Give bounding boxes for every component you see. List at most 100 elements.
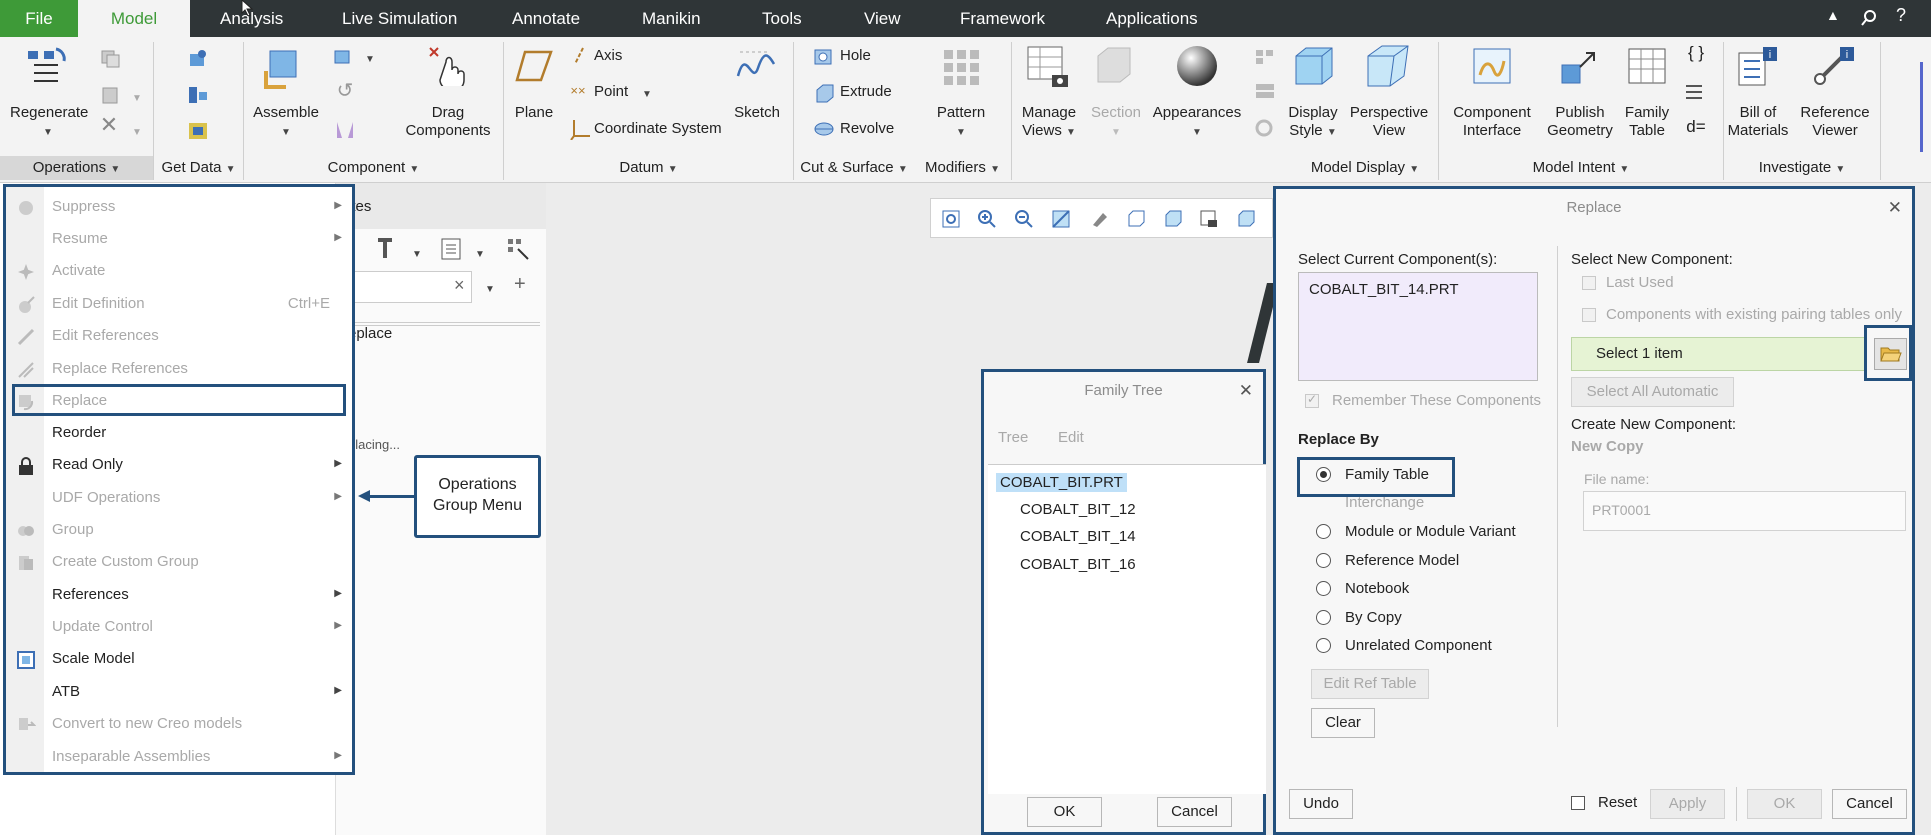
collapse-ribbon-icon[interactable]: ▲ bbox=[1826, 7, 1840, 23]
regenerate-button[interactable]: Regenerate bbox=[10, 104, 88, 122]
group-get-data[interactable]: Get Data ▼ bbox=[154, 156, 243, 180]
option-unrelated-component[interactable]: Unrelated Component bbox=[1345, 637, 1492, 654]
group-cut-surface[interactable]: Cut & Surface ▼ bbox=[794, 156, 914, 180]
tab-live-simulation[interactable]: Live Simulation bbox=[342, 0, 457, 37]
appearances-icon[interactable] bbox=[1175, 44, 1219, 88]
family-tree-child-14[interactable]: COBALT_BIT_14 bbox=[1020, 528, 1136, 545]
show-icon[interactable] bbox=[440, 237, 462, 261]
reference-viewer-button[interactable]: Reference Viewer bbox=[1794, 104, 1876, 140]
radio-module-variant[interactable] bbox=[1316, 524, 1331, 539]
display-style-button[interactable]: Display Style ▼ bbox=[1280, 104, 1346, 142]
clear-button[interactable]: Clear bbox=[1311, 708, 1375, 738]
sketch-button[interactable]: Sketch bbox=[730, 104, 784, 122]
pattern-dropdown-icon[interactable]: ▼ bbox=[953, 124, 969, 142]
pattern-button[interactable]: Pattern bbox=[928, 104, 994, 122]
help-icon[interactable]: ? bbox=[1896, 5, 1906, 26]
manage-views-icon[interactable] bbox=[1026, 45, 1070, 89]
undo-button[interactable]: Undo bbox=[1289, 789, 1353, 819]
tree-settings-icon[interactable] bbox=[376, 236, 398, 262]
plane-icon[interactable] bbox=[515, 50, 553, 82]
view-manager-icon[interactable] bbox=[1163, 209, 1183, 229]
tab-framework[interactable]: Framework bbox=[960, 0, 1045, 37]
reset-label[interactable]: Reset bbox=[1598, 794, 1637, 811]
menu-item-references[interactable]: References bbox=[52, 586, 129, 603]
family-table-button[interactable]: Family Table bbox=[1614, 104, 1680, 140]
tab-file[interactable]: File bbox=[0, 0, 78, 37]
group-datum[interactable]: Datum ▼ bbox=[504, 156, 793, 180]
tab-view[interactable]: View bbox=[864, 0, 901, 37]
regenerate-dropdown-icon[interactable]: ▼ bbox=[40, 124, 56, 142]
radio-unrelated-component[interactable] bbox=[1316, 638, 1331, 653]
plane-button[interactable]: Plane bbox=[508, 104, 560, 122]
sketch-icon[interactable] bbox=[736, 48, 776, 84]
search-clear-icon[interactable]: × bbox=[454, 275, 465, 296]
component-interface-icon[interactable] bbox=[1470, 45, 1514, 89]
display-style-toolbar-icon[interactable] bbox=[1089, 209, 1109, 229]
radio-reference-model[interactable] bbox=[1316, 553, 1331, 568]
coordinate-system-button[interactable]: Coordinate System bbox=[594, 120, 722, 138]
axis-button[interactable]: Axis bbox=[594, 47, 622, 65]
zoom-in-icon[interactable] bbox=[977, 209, 997, 229]
cancel-button[interactable]: Cancel bbox=[1832, 789, 1907, 819]
group-model-display[interactable]: Model Display ▼ bbox=[1012, 156, 1438, 180]
appearances-button[interactable]: Appearances bbox=[1152, 104, 1242, 122]
tab-manikin[interactable]: Manikin bbox=[642, 0, 701, 37]
tree-search-input[interactable] bbox=[336, 271, 472, 303]
family-table-icon[interactable] bbox=[1627, 47, 1667, 87]
extrude-button[interactable]: Extrude bbox=[840, 83, 892, 101]
reference-viewer-icon[interactable]: i bbox=[1812, 45, 1856, 89]
manage-views-button[interactable]: Manage Views ▼ bbox=[1016, 104, 1082, 142]
tab-annotate[interactable]: Annotate bbox=[512, 0, 580, 37]
relations-icon[interactable]: { } bbox=[1684, 44, 1708, 62]
assemble-icon[interactable] bbox=[262, 45, 308, 91]
family-tree-root[interactable]: COBALT_BIT.PRT bbox=[996, 473, 1127, 492]
group-modifiers[interactable]: Modifiers ▼ bbox=[914, 156, 1011, 180]
menu-item-reorder[interactable]: Reorder bbox=[52, 424, 106, 441]
get-data-icon-3[interactable] bbox=[186, 120, 210, 142]
family-tree-menu-tree[interactable]: Tree bbox=[998, 429, 1028, 446]
tree-settings-dropdown-icon[interactable]: ▼ bbox=[411, 246, 423, 264]
perspective-view-button[interactable]: Perspective View bbox=[1344, 104, 1434, 140]
component-operations-dropdown-icon[interactable]: ▼ bbox=[364, 51, 376, 69]
current-component-item[interactable]: COBALT_BIT_14.PRT bbox=[1309, 281, 1459, 298]
bill-of-materials-button[interactable]: Bill of Materials bbox=[1722, 104, 1794, 140]
search-icon[interactable] bbox=[1860, 9, 1878, 27]
perspective-view-icon[interactable] bbox=[1366, 44, 1410, 88]
family-tree-child-16[interactable]: COBALT_BIT_16 bbox=[1020, 556, 1136, 573]
drag-components-button[interactable]: Drag Components bbox=[400, 104, 496, 140]
publish-geometry-button[interactable]: Publish Geometry bbox=[1538, 104, 1622, 140]
annotation-display-icon[interactable] bbox=[1236, 209, 1256, 229]
assemble-dropdown-icon[interactable]: ▼ bbox=[278, 124, 294, 142]
bill-of-materials-icon[interactable]: i bbox=[1735, 45, 1779, 89]
repaint-icon[interactable] bbox=[1051, 209, 1071, 229]
tab-tools[interactable]: Tools bbox=[762, 0, 802, 37]
group-operations[interactable]: Operations ▼ bbox=[0, 156, 153, 180]
tab-model[interactable]: Model bbox=[78, 0, 190, 37]
pattern-icon[interactable] bbox=[940, 46, 982, 88]
assemble-button[interactable]: Assemble bbox=[248, 104, 324, 122]
tab-applications[interactable]: Applications bbox=[1106, 0, 1198, 37]
select-new-collector[interactable]: Select 1 item bbox=[1571, 337, 1865, 371]
publish-geometry-icon[interactable] bbox=[1558, 45, 1602, 89]
group-investigate[interactable]: Investigate ▼ bbox=[1724, 156, 1880, 180]
regenerate-icon[interactable] bbox=[26, 47, 68, 87]
family-tree-close-icon[interactable]: ✕ bbox=[1239, 381, 1253, 401]
refit-icon[interactable] bbox=[941, 209, 961, 229]
component-interface-button[interactable]: Component Interface bbox=[1446, 104, 1538, 140]
menu-item-atb[interactable]: ATB bbox=[52, 683, 80, 700]
search-dropdown-icon[interactable]: ▼ bbox=[484, 281, 496, 299]
drag-components-icon[interactable] bbox=[428, 44, 470, 86]
menu-item-scale-model[interactable]: Scale Model bbox=[52, 650, 135, 667]
reset-checkbox[interactable] bbox=[1571, 796, 1585, 810]
d-equals-icon[interactable]: d= bbox=[1684, 118, 1708, 136]
family-tree-child-12[interactable]: COBALT_BIT_12 bbox=[1020, 501, 1136, 518]
option-module-variant[interactable]: Module or Module Variant bbox=[1345, 523, 1516, 540]
point-dropdown-icon[interactable]: ▼ bbox=[641, 86, 653, 104]
radio-notebook[interactable] bbox=[1316, 581, 1331, 596]
option-reference-model[interactable]: Reference Model bbox=[1345, 552, 1459, 569]
hole-button[interactable]: Hole bbox=[840, 47, 871, 65]
family-tree-menu-edit[interactable]: Edit bbox=[1058, 429, 1084, 446]
family-tree-ok-button[interactable]: OK bbox=[1027, 797, 1102, 827]
saved-orientations-icon[interactable] bbox=[1126, 209, 1146, 229]
point-button[interactable]: Point bbox=[594, 83, 628, 101]
